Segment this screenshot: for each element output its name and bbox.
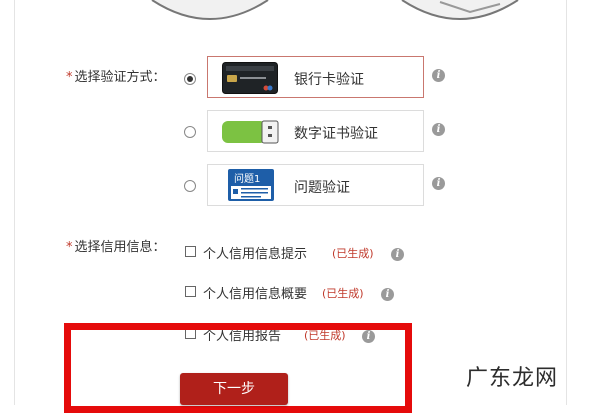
option-label-bank-card: 银行卡验证 — [294, 72, 364, 88]
checkbox-credit-info-tips[interactable] — [185, 246, 196, 257]
radio-digital-certificate[interactable] — [184, 126, 196, 138]
option-label-digital-certificate: 数字证书验证 — [294, 126, 378, 142]
info-icon[interactable]: i — [432, 123, 445, 136]
required-star: * — [66, 70, 73, 85]
radio-bank-card[interactable] — [184, 73, 196, 85]
verification-method-label: * 选择验证方式： — [66, 70, 166, 85]
top-illustrations — [151, 0, 519, 20]
option-bank-card[interactable]: 银行卡验证 — [207, 56, 424, 98]
question-card-text: 问题1 — [234, 172, 260, 185]
left-illustration-circle — [151, 0, 269, 20]
status-badge: (已生成) — [332, 247, 374, 260]
next-step-button[interactable]: 下一步 — [180, 373, 288, 405]
question-card-icon: 问题1 — [228, 169, 274, 201]
radio-question[interactable] — [184, 180, 196, 192]
required-star: * — [66, 240, 73, 255]
credit-info-label: * 选择信用信息： — [66, 240, 166, 255]
info-icon[interactable]: i — [381, 288, 394, 301]
checkbox-credit-info-summary[interactable] — [185, 286, 196, 297]
content-left-border — [14, 0, 15, 405]
credit-item-label: 个人信用信息概要 — [203, 287, 308, 302]
status-badge: (已生成) — [322, 287, 364, 300]
option-digital-certificate[interactable]: 数字证书验证 — [207, 110, 424, 152]
info-icon[interactable]: i — [432, 177, 445, 190]
credit-item-label: 个人信用信息提示 — [203, 247, 308, 262]
info-icon[interactable]: i — [432, 69, 445, 82]
content-right-border — [566, 0, 567, 405]
option-label-question: 问题验证 — [294, 180, 350, 196]
option-question[interactable]: 问题1 问题验证 — [207, 164, 424, 206]
bank-card-icon — [222, 62, 278, 94]
info-icon[interactable]: i — [391, 248, 404, 261]
watermark-text: 广东龙网 — [466, 366, 559, 391]
digital-certificate-icon — [222, 120, 279, 144]
